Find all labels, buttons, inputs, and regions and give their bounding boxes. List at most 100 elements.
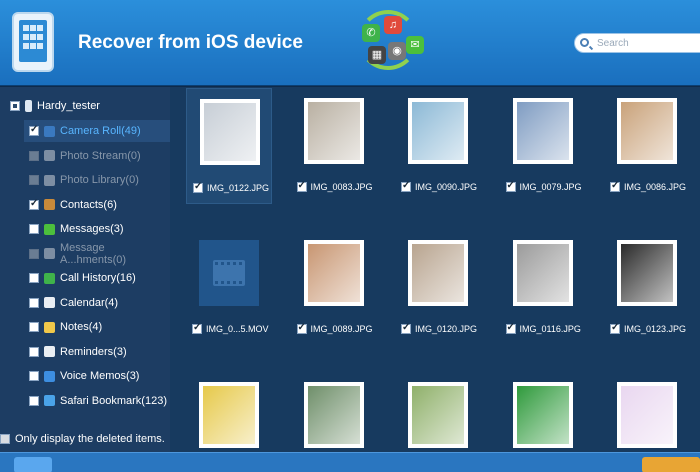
file-caption: IMG_0123.JPG bbox=[610, 322, 687, 334]
search-input[interactable] bbox=[597, 36, 700, 50]
file-checkbox[interactable] bbox=[401, 180, 411, 192]
sidebar-item-checkbox[interactable] bbox=[29, 150, 39, 161]
deleted-only-checkbox[interactable] bbox=[0, 434, 10, 444]
device-node[interactable]: Hardy_tester bbox=[10, 98, 100, 114]
photo-thumbnail bbox=[408, 98, 468, 164]
sidebar-item-checkbox[interactable] bbox=[29, 248, 39, 259]
file-caption: IMG_0...5.MOV bbox=[192, 322, 269, 334]
sidebar-item-checkbox[interactable] bbox=[29, 273, 39, 283]
sidebar-item-label: Photo Stream(0) bbox=[60, 149, 141, 162]
file-tile[interactable] bbox=[291, 372, 377, 452]
file-caption: IMG_0089.JPG bbox=[296, 322, 373, 334]
search-icon bbox=[580, 38, 589, 47]
file-name: IMG_0123.JPG bbox=[624, 324, 687, 334]
file-caption: IMG_0120.JPG bbox=[401, 322, 478, 334]
file-tile[interactable] bbox=[500, 372, 586, 452]
messages-icon bbox=[44, 223, 55, 235]
sidebar: Hardy_tester Camera Roll(49) Photo Stream… bbox=[0, 87, 170, 452]
sidebar-item-checkbox[interactable] bbox=[29, 322, 39, 332]
file-checkbox[interactable] bbox=[610, 180, 620, 192]
sidebar-item[interactable]: Notes(4) bbox=[24, 316, 170, 338]
photo-stream-icon bbox=[44, 150, 55, 161]
sidebar-item[interactable]: Photo Stream(0) bbox=[24, 145, 170, 167]
sidebar-item-label: Message A...hments(0) bbox=[60, 241, 127, 266]
file-name: IMG_0089.JPG bbox=[310, 324, 373, 334]
photo-thumbnail bbox=[617, 98, 677, 164]
file-checkbox[interactable] bbox=[401, 322, 411, 334]
sidebar-item-label: Camera Roll(49) bbox=[60, 125, 141, 137]
sidebar-item-label: Photo Library(0) bbox=[60, 174, 139, 186]
sidebar-item-checkbox[interactable] bbox=[29, 224, 39, 234]
photo-thumbnail bbox=[303, 240, 364, 306]
file-caption: IMG_0083.JPG bbox=[296, 180, 373, 192]
app-types-illustration-icon: ✆ ♫ ▦ ◉ ✉ bbox=[348, 6, 428, 78]
call-history-icon bbox=[44, 272, 55, 284]
photo-thumbnail bbox=[303, 98, 364, 164]
photo-thumbnail bbox=[617, 382, 677, 448]
file-tile[interactable]: IMG_0...5.MOV bbox=[186, 230, 272, 346]
file-name: IMG_0079.JPG bbox=[519, 182, 582, 192]
device-checkbox[interactable] bbox=[10, 101, 20, 111]
sidebar-item[interactable]: Reminders(3) bbox=[24, 341, 170, 363]
deleted-only-label: Only display the deleted items. bbox=[15, 433, 165, 445]
file-checkbox[interactable] bbox=[296, 322, 307, 334]
sidebar-item-label: Voice Memos(3) bbox=[60, 370, 140, 382]
sidebar-item[interactable]: Contacts(6) bbox=[24, 194, 170, 216]
file-checkbox[interactable] bbox=[610, 322, 620, 334]
sidebar-item[interactable]: Voice Memos(3) bbox=[24, 365, 170, 387]
message-attachments-icon bbox=[44, 248, 55, 259]
file-tile[interactable]: IMG_0079.JPG bbox=[500, 88, 586, 204]
file-tile[interactable]: IMG_0089.JPG bbox=[291, 230, 377, 346]
file-name: IMG_0120.JPG bbox=[415, 324, 478, 334]
sidebar-item[interactable]: Call History(16) bbox=[24, 267, 170, 289]
video-thumbnail-icon bbox=[199, 240, 259, 306]
sidebar-item[interactable]: Safari Bookmark(123) bbox=[24, 390, 170, 412]
file-checkbox[interactable] bbox=[505, 180, 516, 192]
voice-memos-icon bbox=[44, 370, 55, 382]
notes-icon bbox=[44, 321, 55, 333]
sidebar-item-label: Call History(16) bbox=[60, 272, 136, 284]
photo-thumbnail bbox=[512, 382, 573, 448]
device-name: Hardy_tester bbox=[37, 100, 100, 112]
sidebar-item-label: Reminders(3) bbox=[60, 345, 127, 358]
file-tile[interactable]: IMG_0083.JPG bbox=[291, 88, 377, 204]
file-checkbox[interactable] bbox=[505, 322, 516, 334]
sidebar-item-checkbox[interactable] bbox=[29, 124, 39, 136]
iphone-icon bbox=[25, 100, 32, 112]
sidebar-item[interactable]: Photo Library(0) bbox=[24, 169, 170, 191]
recover-button[interactable] bbox=[642, 457, 700, 472]
file-tile[interactable] bbox=[186, 372, 272, 452]
file-tile[interactable]: IMG_0123.JPG bbox=[604, 230, 690, 346]
photo-thumbnail bbox=[512, 98, 573, 164]
sidebar-item-checkbox[interactable] bbox=[29, 297, 39, 308]
sidebar-item-checkbox[interactable] bbox=[29, 198, 39, 210]
file-tile[interactable]: IMG_0090.JPG bbox=[395, 88, 481, 204]
sidebar-item[interactable]: Messages(3) bbox=[24, 218, 170, 240]
file-tile[interactable]: IMG_0122.JPG bbox=[186, 88, 272, 204]
ios-device-logo-icon bbox=[12, 12, 54, 72]
file-checkbox[interactable] bbox=[193, 181, 203, 193]
sidebar-item-checkbox[interactable] bbox=[29, 346, 39, 357]
search-box[interactable] bbox=[574, 33, 700, 53]
reminders-icon bbox=[44, 346, 55, 357]
sidebar-item[interactable]: Message A...hments(0) bbox=[24, 241, 170, 266]
sidebar-item-checkbox[interactable] bbox=[29, 371, 39, 381]
sidebar-item-label: Messages(3) bbox=[60, 223, 124, 235]
deleted-only-filter[interactable]: Only display the deleted items. bbox=[0, 428, 170, 450]
file-tile[interactable]: IMG_0116.JPG bbox=[500, 230, 586, 346]
file-checkbox[interactable] bbox=[296, 180, 307, 192]
sidebar-item-checkbox[interactable] bbox=[29, 175, 39, 185]
file-tile[interactable]: IMG_0120.JPG bbox=[395, 230, 481, 346]
back-button[interactable] bbox=[14, 457, 52, 472]
file-checkbox[interactable] bbox=[192, 322, 202, 334]
sidebar-item-label: Calendar(4) bbox=[60, 296, 119, 309]
photo-thumbnail bbox=[303, 382, 364, 448]
sidebar-item-label: Notes(4) bbox=[60, 321, 103, 333]
file-tile[interactable]: IMG_0086.JPG bbox=[604, 88, 690, 204]
sidebar-item[interactable]: Camera Roll(49) bbox=[24, 120, 170, 142]
file-tile[interactable] bbox=[395, 372, 481, 452]
file-name: IMG_0083.JPG bbox=[310, 182, 373, 192]
sidebar-item-checkbox[interactable] bbox=[29, 395, 39, 406]
file-tile[interactable] bbox=[604, 372, 690, 452]
sidebar-item[interactable]: Calendar(4) bbox=[24, 292, 170, 314]
